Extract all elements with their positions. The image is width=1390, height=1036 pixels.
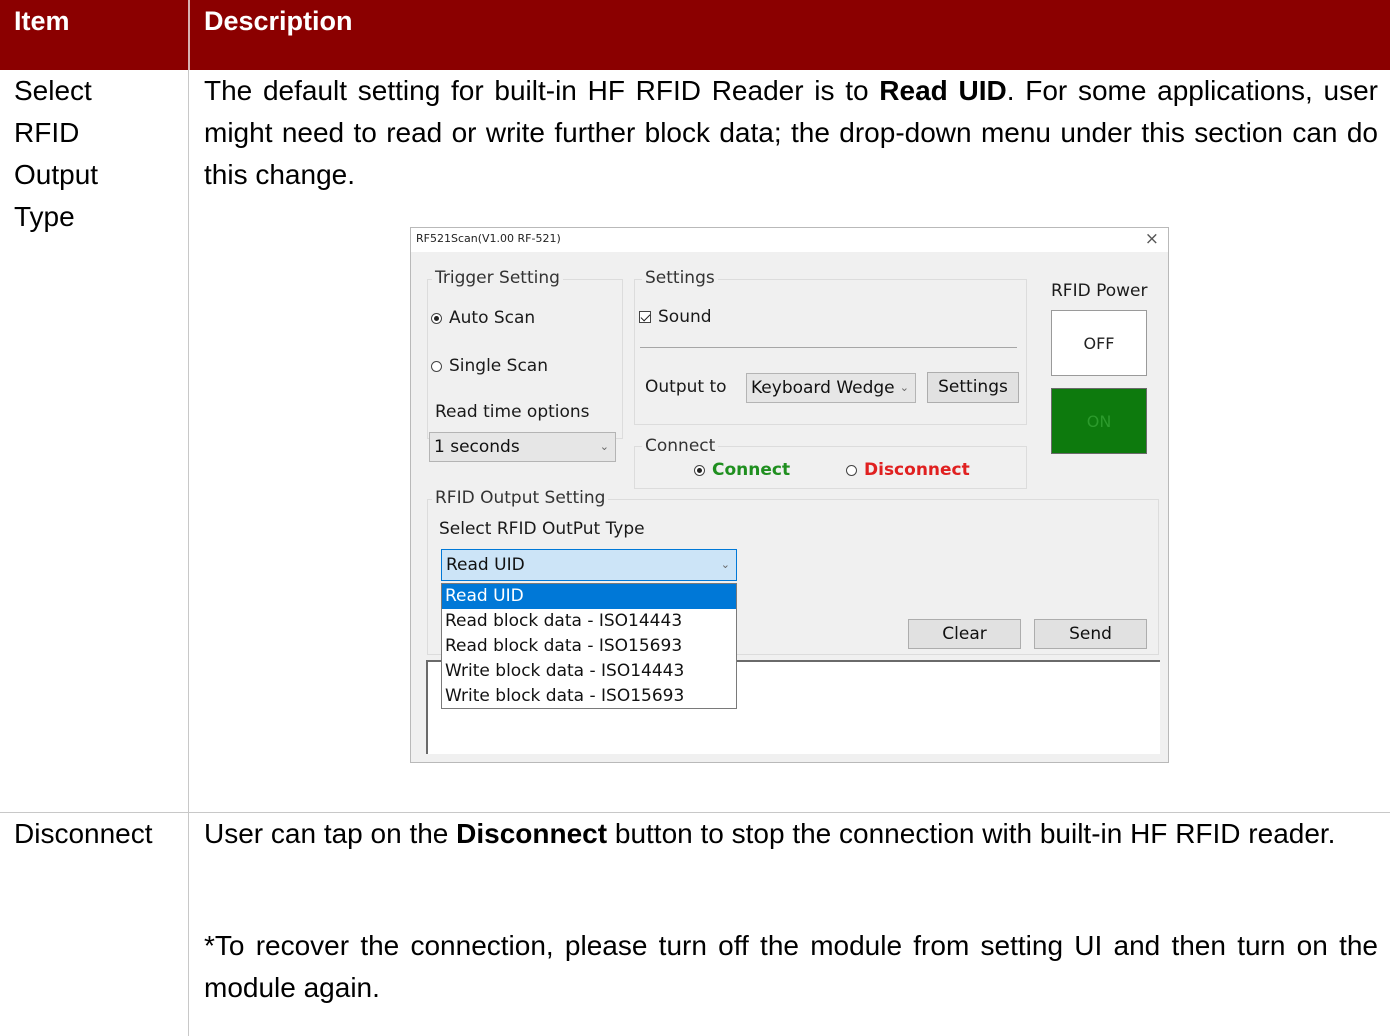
settings-label: Settings — [642, 268, 718, 288]
row2-item: Disconnect — [14, 818, 153, 849]
rfid-output-setting-label: RFID Output Setting — [432, 488, 609, 508]
radio-selected-icon — [431, 312, 442, 324]
row1-item-line: Type — [14, 201, 75, 232]
window-titlebar: RF521Scan(V1.00 RF-521) × — [411, 228, 1168, 252]
settings-divider — [640, 347, 1017, 348]
dropdown-option-read-iso15693[interactable]: Read block data - ISO15693 — [442, 634, 736, 659]
row2-description: User can tap on the Disconnect button to… — [204, 813, 1378, 855]
connect-radio[interactable]: Connect — [694, 460, 790, 480]
auto-scan-radio[interactable]: Auto Scan — [431, 308, 535, 328]
output-type-dropdown-list: Read UID Read block data - ISO14443 Read… — [441, 583, 737, 709]
checkbox-checked-icon — [639, 311, 651, 323]
settings-group — [634, 279, 1027, 425]
dropdown-option-write-iso15693[interactable]: Write block data - ISO15693 — [442, 684, 736, 709]
auto-scan-label: Auto Scan — [449, 308, 536, 328]
disconnect-radio-label: Disconnect — [864, 460, 970, 480]
header-description: Description — [190, 0, 1390, 70]
chevron-down-icon: ⌄ — [720, 558, 730, 571]
chevron-down-icon: ⌄ — [899, 381, 909, 394]
send-button[interactable]: Send — [1034, 619, 1147, 649]
dropdown-option-write-iso14443[interactable]: Write block data - ISO14443 — [442, 659, 736, 684]
power-on-button[interactable]: ON — [1051, 388, 1147, 454]
dropdown-option-read-iso14443[interactable]: Read block data - ISO14443 — [442, 609, 736, 634]
single-scan-radio[interactable]: Single Scan — [431, 356, 548, 376]
read-time-value: 1 seconds — [434, 437, 520, 457]
rfid-power-label: RFID Power — [1051, 281, 1148, 301]
window-title: RF521Scan(V1.00 RF-521) — [416, 232, 561, 245]
header-item: Item — [0, 0, 188, 70]
row2-desc-bold: Disconnect — [456, 818, 608, 849]
close-icon[interactable]: × — [1145, 229, 1159, 249]
settings-button[interactable]: Settings — [927, 372, 1019, 403]
row1-item-line: Output — [14, 159, 99, 190]
read-time-label: Read time options — [435, 402, 590, 422]
radio-empty-icon — [431, 360, 442, 372]
clear-button[interactable]: Clear — [908, 619, 1021, 649]
column-divider — [188, 70, 189, 1036]
radio-selected-icon — [694, 464, 705, 476]
connect-label: Connect — [642, 436, 719, 456]
connect-radio-label: Connect — [712, 460, 791, 480]
output-type-value: Read UID — [446, 555, 525, 575]
row1-item: Select RFID Output Type — [14, 70, 98, 238]
row2-note: *To recover the connection, please turn … — [204, 930, 1378, 1003]
row2-desc-text: User can tap on the — [204, 818, 457, 849]
output-type-select[interactable]: Read UID ⌄ — [441, 549, 737, 581]
row1-item-line: RFID — [14, 117, 80, 148]
disconnect-radio[interactable]: Disconnect — [846, 460, 970, 480]
sound-label: Sound — [658, 307, 712, 327]
power-off-button[interactable]: OFF — [1051, 310, 1147, 376]
select-output-type-label: Select RFID OutPut Type — [439, 519, 645, 539]
row1-desc-text: The default setting for built-in HF RFID… — [204, 75, 880, 106]
row1-item-line: Select — [14, 75, 92, 106]
output-to-value: Keyboard Wedge — [751, 378, 895, 398]
rfid-scan-window: RF521Scan(V1.00 RF-521) × Trigger Settin… — [410, 227, 1169, 763]
chevron-down-icon: ⌄ — [599, 440, 609, 453]
read-time-select[interactable]: 1 seconds ⌄ — [429, 432, 616, 462]
single-scan-label: Single Scan — [449, 356, 548, 376]
row1-description: The default setting for built-in HF RFID… — [204, 70, 1378, 196]
sound-checkbox[interactable]: Sound — [639, 307, 712, 327]
dropdown-option-read-uid[interactable]: Read UID — [442, 584, 736, 609]
row1-desc-bold: Read UID — [879, 75, 1007, 106]
output-to-label: Output to — [645, 377, 727, 397]
trigger-setting-label: Trigger Setting — [432, 268, 563, 288]
row2-desc-text-end: button to stop the connection with built… — [607, 818, 1336, 849]
output-to-select[interactable]: Keyboard Wedge ⌄ — [746, 373, 916, 403]
radio-empty-icon — [846, 464, 857, 476]
